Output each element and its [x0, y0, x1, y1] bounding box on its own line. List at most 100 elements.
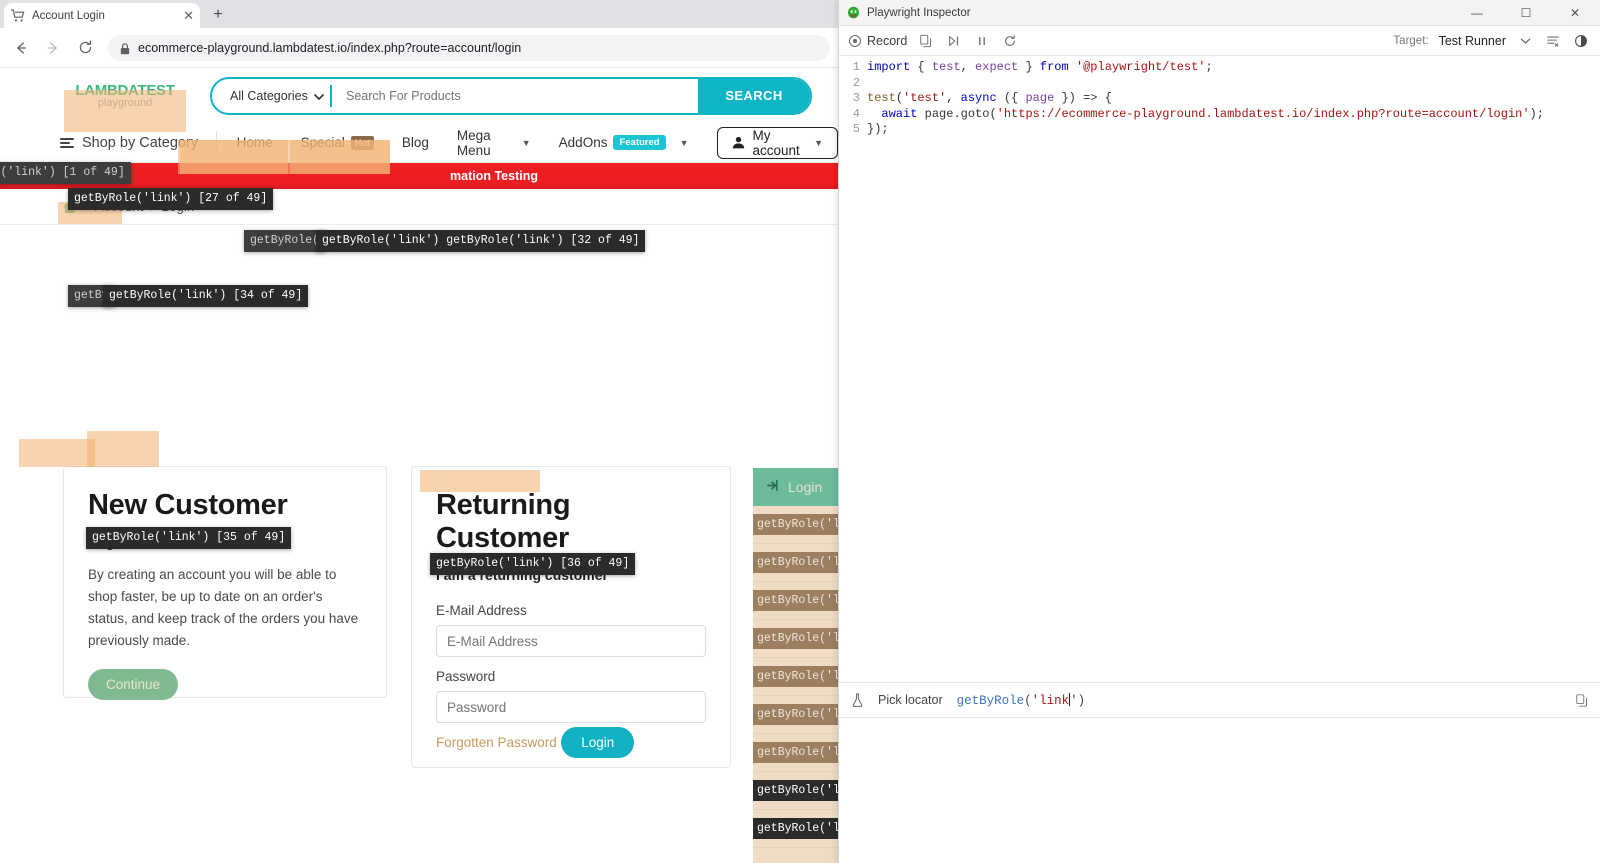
contrast-icon[interactable]	[1572, 32, 1590, 50]
nav-item-label: Blog	[401, 135, 429, 150]
code-line[interactable]: 2	[839, 76, 1600, 92]
pause-icon[interactable]	[973, 32, 991, 50]
password-field[interactable]	[436, 691, 706, 723]
list-item[interactable]	[753, 848, 838, 863]
nav-item-special[interactable]: Special Hot	[287, 123, 388, 163]
nav-item-label: Home	[236, 135, 273, 150]
chevron-down-icon	[314, 89, 324, 103]
login-button[interactable]: Login	[561, 727, 635, 758]
record-button[interactable]: Record	[849, 34, 907, 48]
nav-item-blog[interactable]: Blog	[388, 123, 443, 163]
logo-main-text: LAMBDATEST	[75, 81, 175, 99]
arrow-right-icon[interactable]	[40, 35, 66, 61]
right-column-login-header[interactable]: Login	[753, 468, 838, 506]
person-icon	[732, 136, 745, 149]
category-select[interactable]: All Categories	[212, 89, 330, 103]
nav-item-addons[interactable]: AddOns Featured ▼	[545, 123, 703, 163]
locator-close-paren: ')	[1070, 693, 1086, 708]
locator-tooltip: getByRole('link') [27 of 49]	[68, 188, 274, 210]
record-label: Record	[867, 33, 908, 48]
maximize-icon[interactable]: ☐	[1505, 0, 1547, 26]
list-item[interactable]: getByRole('lin	[753, 772, 838, 810]
minimize-icon[interactable]: —	[1456, 0, 1498, 26]
list-item[interactable]: getByRole('lin	[753, 620, 838, 658]
main-nav: Shop by Category Home Special Hot Blog M…	[0, 123, 838, 163]
locator-tooltip: getByRole(	[244, 230, 326, 252]
shop-by-category-label: Shop by Category	[82, 134, 199, 151]
line-number: 3	[852, 91, 860, 105]
code-line[interactable]: 5});	[839, 122, 1600, 138]
inspector-toolbar: Record Target: Test Runner	[839, 26, 1600, 56]
locator-tooltip: getByRole('link') [36 of 49]	[430, 553, 636, 575]
email-label: E-Mail Address	[436, 603, 527, 618]
close-icon[interactable]: ✕	[183, 9, 194, 22]
continue-button[interactable]: Continue	[88, 669, 179, 701]
arrow-left-icon[interactable]	[8, 35, 34, 61]
code-line[interactable]: 4 await page.goto('https://ecommerce-pla…	[839, 107, 1600, 123]
email-field[interactable]	[436, 625, 706, 657]
site-header: LAMBDATEST playground All Categories SEA…	[0, 68, 838, 123]
forgotten-password-link[interactable]: Forgotten Password	[436, 735, 557, 750]
code-line[interactable]: 3 test('test', async ({ page }) => {	[839, 91, 1600, 107]
playwright-inspector: Playwright Inspector — ☐ ✕ Record Target…	[838, 0, 1600, 863]
my-account-button[interactable]: My account ▼	[716, 126, 838, 159]
address-bar[interactable]: ecommerce-playground.lambdatest.io/index…	[108, 34, 830, 61]
list-item[interactable]: getByRole('lin	[753, 658, 838, 696]
locator-tooltip: getByRole('lin	[753, 552, 838, 573]
caret-down-icon: ▼	[679, 137, 689, 148]
code-line-text: test('test', async ({ page }) => {	[867, 91, 1112, 105]
list-item[interactable]: getByRole('lin	[753, 810, 838, 848]
locator-tooltip: getByRole('link') [34 of 49]	[103, 285, 309, 307]
search-input[interactable]	[332, 88, 698, 103]
code-line-text: import { test, expect } from '@playwrigh…	[867, 60, 1213, 74]
badge-hot: Hot	[350, 135, 374, 150]
list-item[interactable]: getByRole('lin	[753, 734, 838, 772]
list-item[interactable]: getByRole('lin	[753, 696, 838, 734]
target-label: Target:	[1393, 34, 1429, 47]
code-editor[interactable]: 1 import { test, expect } from '@playwrig…	[839, 56, 1600, 138]
logo-sub-text: playground	[97, 96, 153, 109]
shop-by-category-button[interactable]: Shop by Category	[60, 135, 210, 151]
list-item[interactable]: getByRole('lin	[753, 582, 838, 620]
list-item[interactable]: getByRole('lin	[753, 544, 838, 582]
locator-tooltip: getByRole('lin	[753, 666, 838, 687]
copy-icon[interactable]	[1575, 693, 1589, 708]
pick-locator-value[interactable]: getByRole('link')	[957, 692, 1086, 708]
nav-item-label: Mega Menu	[456, 127, 491, 158]
copy-icon[interactable]	[917, 32, 935, 50]
locator-tooltip: getByRole('link') [35 of 49]	[86, 527, 292, 549]
locator-tooltip: getByRole('link') getByRole('link') [32 …	[316, 230, 646, 252]
step-over-icon[interactable]	[945, 32, 963, 50]
new-tab-button[interactable]: +	[208, 5, 228, 25]
new-customer-card: New Customer Register Account By creatin…	[63, 466, 387, 701]
close-icon[interactable]: ✕	[1554, 0, 1596, 26]
list-item[interactable]: getByRole('lin	[753, 506, 838, 544]
locator-tooltip: getByRole('lin	[753, 590, 838, 611]
locator-tooltip: getByRole('lin	[753, 742, 838, 763]
right-column: Login getByRole('lin getByRole('lin getB…	[753, 468, 838, 863]
browser-tab[interactable]: Account Login ✕	[4, 3, 200, 28]
locator-tooltip: getByRole('lin	[753, 704, 838, 725]
pick-locator-bar: Pick locator getByRole('link')	[839, 682, 1600, 718]
resume-icon[interactable]	[1001, 32, 1019, 50]
chevron-down-icon[interactable]	[1516, 32, 1534, 50]
flask-icon[interactable]	[851, 693, 864, 707]
browser-window: Account Login ✕ + ecommerce-playground.l…	[0, 0, 838, 863]
search-bar: All Categories SEARCH	[210, 76, 812, 115]
nav-divider	[215, 130, 217, 155]
tab-title: Account Login	[32, 9, 105, 22]
code-line[interactable]: 1 import { test, expect } from '@playwrig…	[839, 60, 1600, 76]
right-column-login-label: Login	[788, 479, 823, 495]
nav-item-mega-menu[interactable]: Mega Menu ▼	[443, 123, 545, 163]
pick-locator-label[interactable]: Pick locator	[878, 693, 943, 707]
reload-icon[interactable]	[72, 35, 98, 61]
search-button[interactable]: SEARCH	[698, 78, 810, 113]
clear-log-icon[interactable]	[1544, 32, 1562, 50]
browser-toolbar: ecommerce-playground.lambdatest.io/index…	[0, 28, 838, 68]
nav-item-home[interactable]: Home	[223, 123, 287, 163]
promo-banner-text: mation Testing	[450, 169, 538, 183]
locator-string: 'link	[1031, 693, 1070, 708]
target-value: Test Runner	[1438, 33, 1506, 48]
site-logo[interactable]: LAMBDATEST playground	[60, 83, 190, 109]
category-select-label: All Categories	[230, 88, 308, 103]
